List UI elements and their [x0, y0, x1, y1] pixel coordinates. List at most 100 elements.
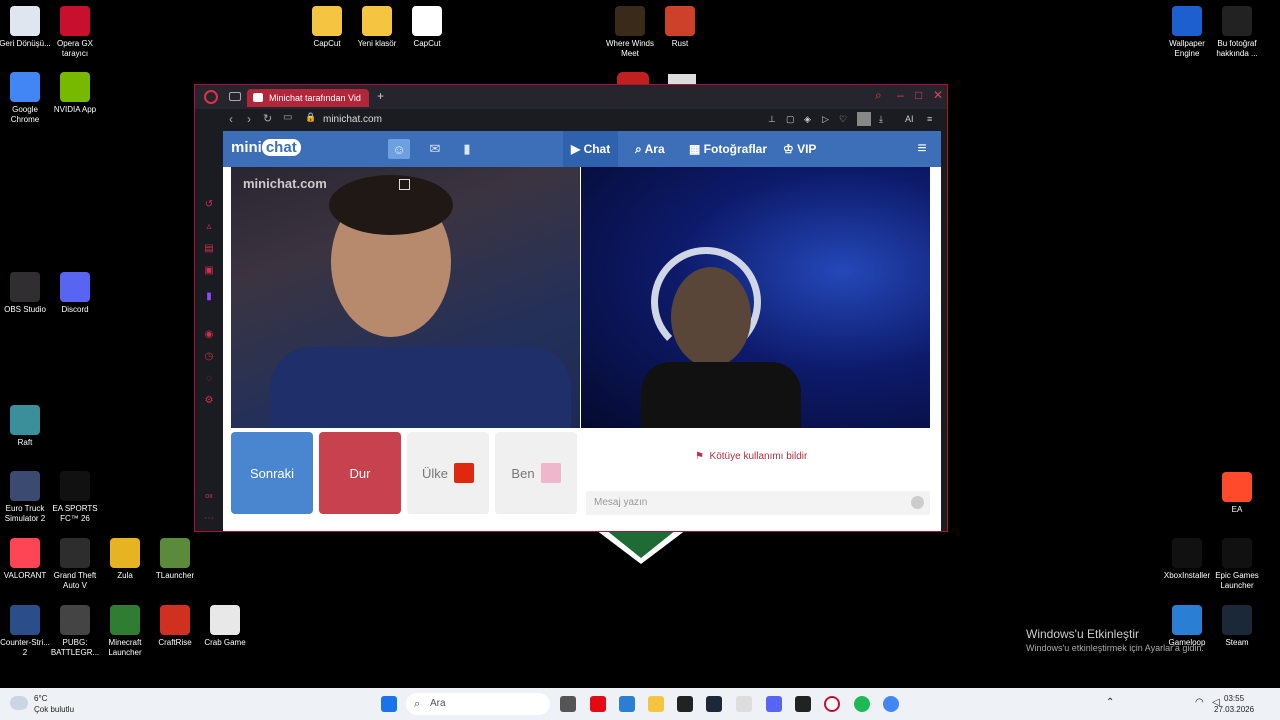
desktop-epic-games[interactable]: Epic Games Launcher: [1209, 538, 1265, 591]
start-icon[interactable]: [381, 696, 397, 712]
sidebar-clock-icon[interactable]: ◷: [203, 351, 215, 363]
search-tabs-icon[interactable]: ⌕: [875, 88, 882, 103]
minimize-icon[interactable]: –: [897, 88, 904, 102]
discord-task-icon[interactable]: [766, 696, 782, 712]
desktop-capcut-app[interactable]: CapCut: [399, 6, 455, 49]
nav-vip[interactable]: ♔ VIP: [775, 131, 824, 167]
desktop-gameloop[interactable]: Gameloop: [1159, 605, 1215, 648]
desktop-folder-yeni-klasor[interactable]: Yeni klasör: [349, 6, 405, 49]
report-abuse-link[interactable]: ⚑ Kötüye kullanımı bildir: [695, 451, 807, 462]
minichat-logo[interactable]: mini chat: [231, 139, 301, 156]
heart-icon[interactable]: ♡: [839, 114, 847, 125]
stop-button[interactable]: Dur: [319, 432, 401, 514]
profile-thumb-icon[interactable]: [857, 112, 871, 126]
download-icon[interactable]: ⤓: [879, 114, 883, 125]
back-icon[interactable]: ‹: [229, 112, 233, 126]
tab-switch-icon[interactable]: [229, 92, 241, 101]
desktop-opera-gx[interactable]: Opera GX tarayıcı: [47, 6, 103, 59]
taskbar-search[interactable]: ⌕ Ara: [406, 693, 550, 715]
sidebar-settings-icon[interactable]: ⚙: [203, 395, 215, 407]
desktop-minecraft-launcher[interactable]: Minecraft Launcher: [97, 605, 153, 658]
desktop-crab-game[interactable]: Crab Game: [197, 605, 253, 648]
chrome-task-icon[interactable]: [883, 696, 899, 712]
sidebar-bag-icon[interactable]: ▵: [203, 221, 215, 233]
xbox-task-icon[interactable]: [736, 696, 752, 712]
netflix-icon[interactable]: [590, 696, 606, 712]
hamburger-menu-icon[interactable]: ≡: [911, 139, 933, 159]
capcut-task-icon[interactable]: [677, 696, 693, 712]
desktop-tlauncher[interactable]: TLauncher: [147, 538, 203, 581]
sidebar-music-icon[interactable]: ▣: [203, 265, 215, 277]
tray-wifi-icon[interactable]: ◠: [1195, 697, 1204, 708]
sidebar-history-icon[interactable]: ↺: [203, 199, 215, 211]
desktop-ea-app[interactable]: EA: [1209, 472, 1265, 515]
sidebar-play-icon[interactable]: ◉: [203, 329, 215, 341]
terminal-task-icon[interactable]: [795, 696, 811, 712]
desktop-euro-truck[interactable]: Euro Truck Simulator 2: [0, 471, 53, 524]
desktop-valorant[interactable]: VALORANT: [0, 538, 53, 581]
nav-chat[interactable]: ▶ Chat: [563, 131, 619, 167]
weather-icon[interactable]: [10, 696, 28, 710]
local-video: minichat.com: [231, 167, 580, 428]
country-button[interactable]: Ülke: [407, 432, 489, 514]
explorer-icon[interactable]: [648, 696, 664, 712]
nav-ara[interactable]: ⌕ Ara: [627, 131, 673, 167]
shield-icon[interactable]: ◈: [804, 114, 811, 125]
tab-minichat[interactable]: Minichat tarafından Vid: [247, 89, 369, 107]
clock-time[interactable]: 03:55: [1224, 694, 1244, 703]
sidebar-twitch-icon[interactable]: ▮: [203, 291, 215, 303]
camera-icon[interactable]: ▭: [283, 112, 292, 123]
user-icon[interactable]: ☺: [388, 139, 410, 159]
tray-chevron-icon[interactable]: ⌃: [1106, 697, 1114, 708]
url-field[interactable]: minichat.com: [323, 114, 382, 125]
popout-icon[interactable]: [399, 179, 410, 190]
bookmark-icon[interactable]: ▮: [456, 139, 478, 159]
spotify-task-icon[interactable]: [854, 696, 870, 712]
desktop-ea-fc[interactable]: EA SPORTS FC™ 26: [47, 471, 103, 524]
new-tab-plus-icon[interactable]: +: [377, 89, 384, 103]
nav-fotograflar[interactable]: ▦ Fotoğraflar: [681, 131, 775, 167]
pin-icon[interactable]: ⊥: [768, 114, 776, 125]
desktop-raft[interactable]: Raft: [0, 405, 53, 448]
emoji-icon[interactable]: [911, 496, 924, 509]
desktop-pubg[interactable]: PUBG: BATTLEGR...: [47, 605, 103, 658]
ai-label[interactable]: AI: [905, 114, 914, 124]
desktop-nvidia-app[interactable]: NVIDIA App: [47, 72, 103, 115]
desktop-obs-studio[interactable]: OBS Studio: [0, 272, 53, 315]
desktop-craftrise[interactable]: CraftRise: [147, 605, 203, 648]
clock-date[interactable]: 27.03.2026: [1214, 705, 1254, 714]
desktop-zula[interactable]: Zula: [97, 538, 153, 581]
close-icon[interactable]: ✕: [933, 88, 943, 102]
desktop-bu-fotograf[interactable]: Bu fotoğraf hakkında ...: [1209, 6, 1265, 59]
message-input[interactable]: Mesaj yazın: [586, 491, 930, 515]
desktop-discord[interactable]: Discord: [47, 272, 103, 315]
opera-task-icon[interactable]: [824, 696, 840, 712]
taskview-icon[interactable]: [560, 696, 576, 712]
reload-icon[interactable]: ↻: [263, 112, 272, 125]
gender-button[interactable]: Ben: [495, 432, 577, 514]
desktop-rust[interactable]: Rust: [652, 6, 708, 49]
widgets-icon[interactable]: [619, 696, 635, 712]
desktop-folder-capcut[interactable]: CapCut: [299, 6, 355, 49]
desktop-gta[interactable]: Grand Theft Auto V: [47, 538, 103, 591]
snapshot-icon[interactable]: ▢: [786, 114, 795, 125]
desktop-counter-strike[interactable]: Counter-Stri... 2: [0, 605, 53, 658]
menu-icon[interactable]: ≡: [927, 114, 932, 124]
steam-task-icon[interactable]: [706, 696, 722, 712]
desktop-steam[interactable]: Steam: [1209, 605, 1265, 648]
forward-icon[interactable]: ›: [247, 112, 251, 126]
next-button[interactable]: Sonraki: [231, 432, 313, 514]
play-icon[interactable]: ▷: [822, 114, 829, 125]
desktop-recycle-bin[interactable]: Geri Dönüşü...: [0, 6, 53, 49]
desktop-where-winds-meet[interactable]: Where Winds Meet: [602, 6, 658, 59]
maximize-icon[interactable]: □: [915, 88, 922, 102]
mail-icon[interactable]: ✉: [424, 139, 446, 159]
desktop-wallpaper-engine[interactable]: Wallpaper Engine: [1159, 6, 1215, 59]
sidebar-news-icon[interactable]: ▤: [203, 243, 215, 255]
opera-menu-icon[interactable]: [204, 90, 218, 104]
desktop-google-chrome[interactable]: Google Chrome: [0, 72, 53, 125]
sidebar-ox-icon[interactable]: ox: [203, 491, 215, 503]
sidebar-chat-icon[interactable]: ◌: [203, 373, 215, 385]
sidebar-more-icon[interactable]: ⋯: [203, 513, 215, 525]
desktop-xbox-installer[interactable]: XboxInstaller: [1159, 538, 1215, 581]
